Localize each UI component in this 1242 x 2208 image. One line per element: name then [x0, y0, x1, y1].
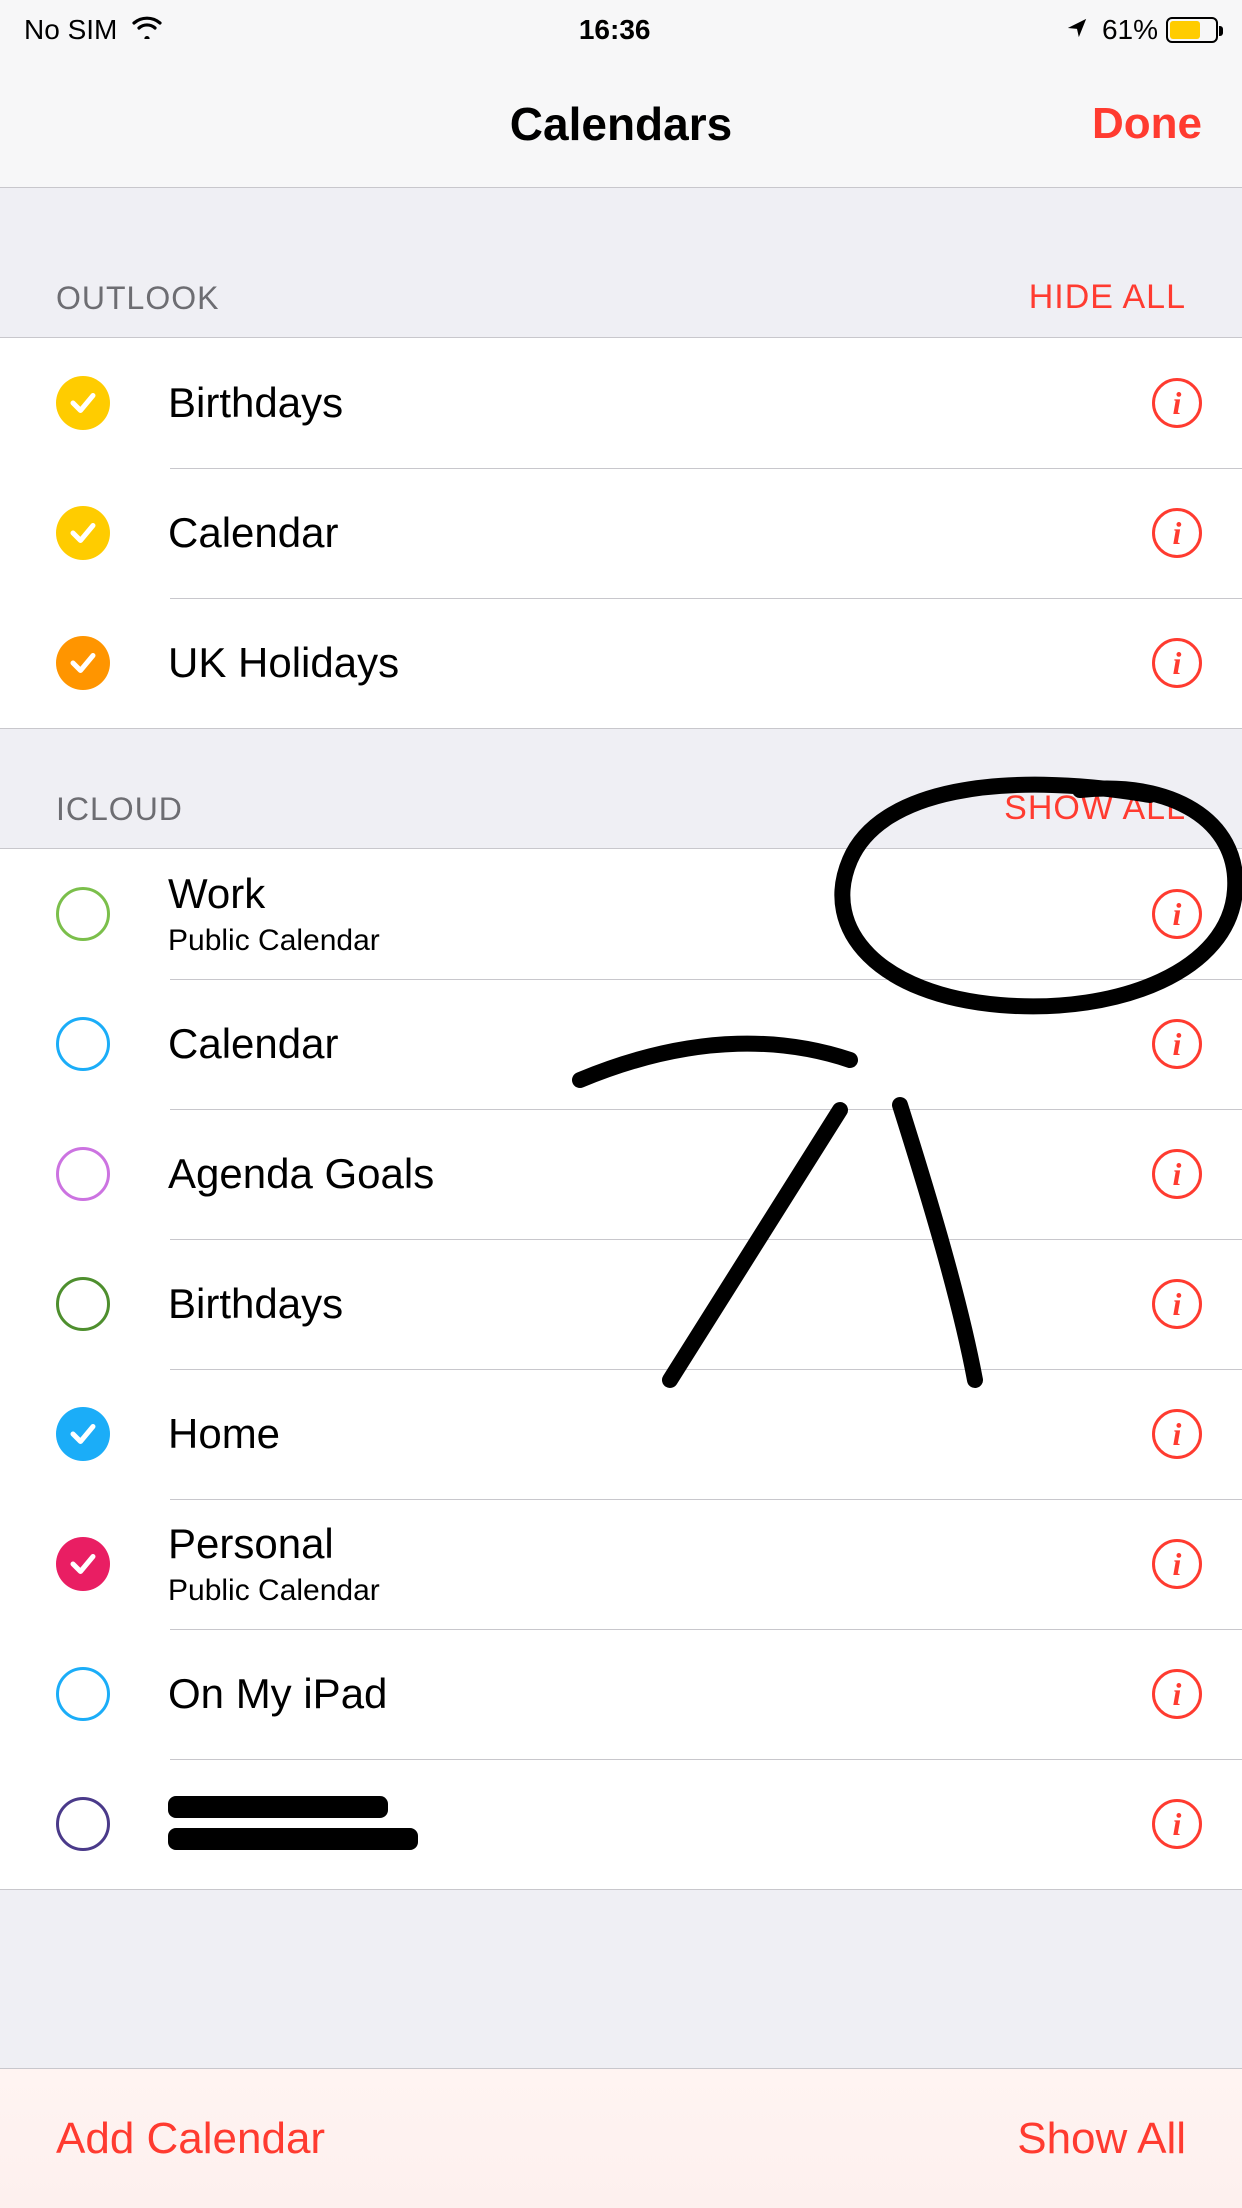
- calendar-label: Calendar: [168, 509, 1152, 557]
- section-title-outlook: OUTLOOK: [56, 280, 219, 317]
- battery-icon: [1166, 17, 1218, 43]
- calendar-label: Calendar: [168, 1020, 1152, 1068]
- nav-header: Calendars Done: [0, 60, 1242, 188]
- calendar-row-calendar[interactable]: Calendar i: [0, 468, 1242, 598]
- checkmark-icon[interactable]: [56, 1797, 110, 1851]
- section-header-icloud: ICLOUD SHOW ALL: [0, 729, 1242, 848]
- checkmark-icon[interactable]: [56, 1017, 110, 1071]
- calendar-row-personal[interactable]: Personal Public Calendar i: [0, 1499, 1242, 1629]
- checkmark-icon[interactable]: [56, 887, 110, 941]
- checkmark-icon[interactable]: [56, 1667, 110, 1721]
- status-right: 61%: [1066, 14, 1218, 46]
- battery-fill: [1170, 21, 1200, 39]
- carrier-label: No SIM: [24, 14, 117, 46]
- info-icon[interactable]: i: [1152, 1669, 1202, 1719]
- row-text: Birthdays: [168, 1280, 1152, 1328]
- done-button[interactable]: Done: [1092, 99, 1202, 149]
- checkmark-icon[interactable]: [56, 1407, 110, 1461]
- row-text: UK Holidays: [168, 639, 1152, 687]
- calendar-row-home[interactable]: Home i: [0, 1369, 1242, 1499]
- calendar-label: Birthdays: [168, 379, 1152, 427]
- row-text: Calendar: [168, 509, 1152, 557]
- calendar-row-birthdays[interactable]: Birthdays i: [0, 338, 1242, 468]
- row-text: Home: [168, 1410, 1152, 1458]
- status-left: No SIM: [24, 14, 163, 46]
- calendar-row-redacted[interactable]: i: [0, 1759, 1242, 1889]
- info-icon[interactable]: i: [1152, 1799, 1202, 1849]
- checkmark-icon[interactable]: [56, 1147, 110, 1201]
- calendar-subtitle: Public Calendar: [168, 1574, 1152, 1608]
- checkmark-icon[interactable]: [56, 376, 110, 430]
- status-bar: No SIM 16:36 61%: [0, 0, 1242, 60]
- calendar-label: Personal: [168, 1520, 1152, 1568]
- checkmark-icon[interactable]: [56, 1537, 110, 1591]
- row-text: Birthdays: [168, 379, 1152, 427]
- calendar-row-on-my-ipad[interactable]: On My iPad i: [0, 1629, 1242, 1759]
- hide-all-button[interactable]: HIDE ALL: [1029, 278, 1186, 317]
- calendar-row-uk-holidays[interactable]: UK Holidays i: [0, 598, 1242, 728]
- show-all-button[interactable]: SHOW ALL: [1004, 789, 1186, 828]
- status-time: 16:36: [579, 14, 651, 46]
- row-text: Calendar: [168, 1020, 1152, 1068]
- row-text: Work Public Calendar: [168, 870, 1152, 958]
- calendar-label: Birthdays: [168, 1280, 1152, 1328]
- calendar-row-work[interactable]: Work Public Calendar i: [0, 849, 1242, 979]
- row-text: Agenda Goals: [168, 1150, 1152, 1198]
- row-text: On My iPad: [168, 1670, 1152, 1718]
- calendar-label: Agenda Goals: [168, 1150, 1152, 1198]
- section-header-outlook: OUTLOOK HIDE ALL: [0, 188, 1242, 337]
- show-all-button[interactable]: Show All: [1017, 2114, 1186, 2164]
- info-icon[interactable]: i: [1152, 508, 1202, 558]
- location-icon: [1066, 14, 1088, 46]
- info-icon[interactable]: i: [1152, 1019, 1202, 1069]
- calendar-subtitle: Public Calendar: [168, 924, 1152, 958]
- calendar-row-calendar[interactable]: Calendar i: [0, 979, 1242, 1109]
- calendar-label: Work: [168, 870, 1152, 918]
- info-icon[interactable]: i: [1152, 1149, 1202, 1199]
- checkmark-icon[interactable]: [56, 506, 110, 560]
- calendar-row-birthdays[interactable]: Birthdays i: [0, 1239, 1242, 1369]
- page-title: Calendars: [510, 97, 732, 151]
- bottom-toolbar: Add Calendar Show All: [0, 2068, 1242, 2208]
- calendar-label: Home: [168, 1410, 1152, 1458]
- info-icon[interactable]: i: [1152, 638, 1202, 688]
- row-text: Personal Public Calendar: [168, 1520, 1152, 1608]
- info-icon[interactable]: i: [1152, 1409, 1202, 1459]
- icloud-rows: Work Public Calendar i Calendar i Agenda…: [0, 848, 1242, 1890]
- calendar-label: On My iPad: [168, 1670, 1152, 1718]
- battery-percent: 61%: [1102, 14, 1158, 46]
- info-icon[interactable]: i: [1152, 378, 1202, 428]
- info-icon[interactable]: i: [1152, 1279, 1202, 1329]
- outlook-rows: Birthdays i Calendar i UK Holidays i: [0, 337, 1242, 729]
- row-text: [168, 1796, 1152, 1852]
- checkmark-icon[interactable]: [56, 1277, 110, 1331]
- calendar-row-agenda-goals[interactable]: Agenda Goals i: [0, 1109, 1242, 1239]
- wifi-icon: [131, 14, 163, 46]
- info-icon[interactable]: i: [1152, 889, 1202, 939]
- redacted-label: [168, 1796, 428, 1852]
- calendar-label: UK Holidays: [168, 639, 1152, 687]
- section-title-icloud: ICLOUD: [56, 791, 183, 828]
- add-calendar-button[interactable]: Add Calendar: [56, 2114, 325, 2164]
- info-icon[interactable]: i: [1152, 1539, 1202, 1589]
- checkmark-icon[interactable]: [56, 636, 110, 690]
